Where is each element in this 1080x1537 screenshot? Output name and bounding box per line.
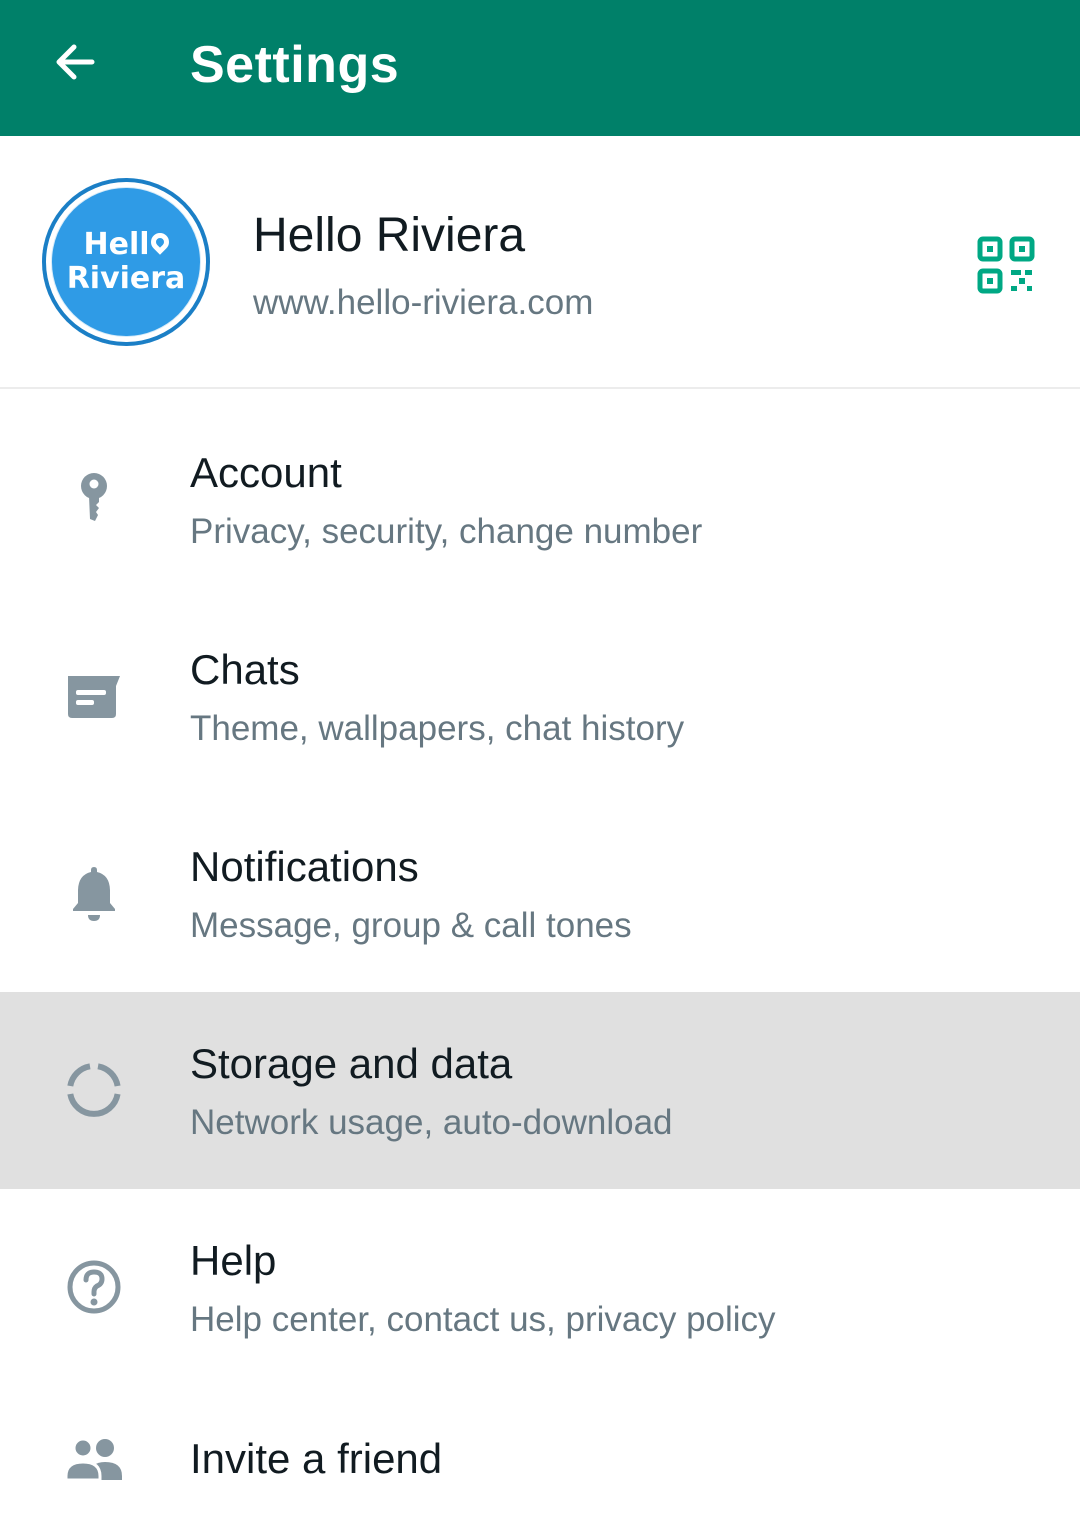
page-title: Settings [190,36,400,94]
data-usage-icon [58,1054,130,1126]
settings-item-chats[interactable]: Chats Theme, wallpapers, chat history [0,598,1080,795]
app-bar: Settings [0,0,1080,136]
qr-code-icon [977,236,1035,294]
settings-item-title: Invite a friend [190,1435,443,1482]
settings-item-notifications[interactable]: Notifications Message, group & call tone… [0,795,1080,992]
arrow-left-icon [56,44,95,80]
settings-item-subtitle: Privacy, security, change number [190,512,703,551]
chat-icon [58,660,130,732]
avatar[interactable]: Hell Riviera [42,178,210,346]
profile-name: Hello Riviera [253,209,526,262]
settings-item-help[interactable]: Help Help center, contact us, privacy po… [0,1189,1080,1386]
settings-item-title: Account [190,449,342,496]
settings-item-subtitle: Message, group & call tones [190,906,632,945]
key-icon [58,464,130,536]
settings-item-title: Notifications [190,843,419,890]
bell-icon [58,857,130,929]
avatar-text-line2: Riviera [66,261,186,296]
people-icon [58,1424,130,1496]
profile-row[interactable]: Hell Riviera Hello Riviera www.hello-riv… [0,136,1080,389]
settings-item-subtitle: Network usage, auto-download [190,1103,673,1142]
qr-code-button[interactable] [975,234,1037,296]
settings-item-subtitle: Theme, wallpapers, chat history [190,709,685,748]
settings-item-subtitle: Help center, contact us, privacy policy [190,1300,776,1339]
back-button[interactable] [44,32,104,92]
avatar-text-line1: Hell [83,227,150,262]
settings-item-title: Chats [190,646,300,693]
settings-item-title: Storage and data [190,1040,513,1087]
settings-item-storage[interactable]: Storage and data Network usage, auto-dow… [0,992,1080,1189]
settings-item-title: Help [190,1237,277,1284]
settings-item-account[interactable]: Account Privacy, security, change number [0,401,1080,598]
settings-item-invite[interactable]: Invite a friend [0,1386,1080,1537]
help-circle-icon [58,1251,130,1323]
location-pin-icon [146,229,173,255]
profile-status: www.hello-riviera.com [253,283,594,322]
